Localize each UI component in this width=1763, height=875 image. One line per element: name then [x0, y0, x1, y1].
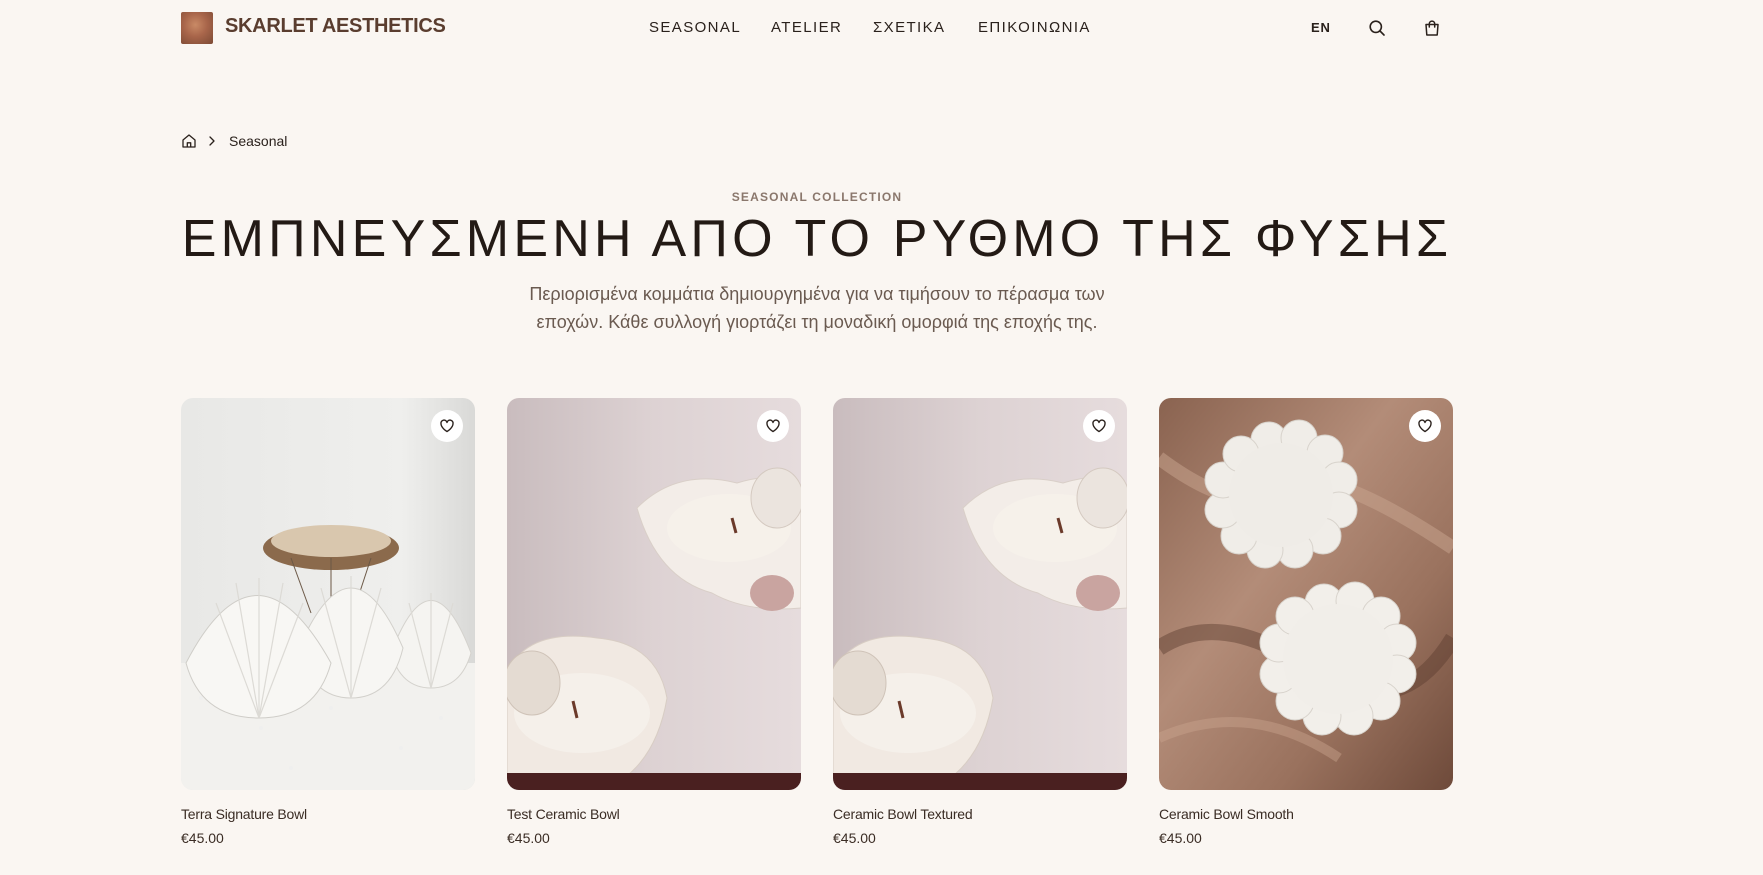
product-card[interactable]: Terra Signature Bowl €45.00 [181, 398, 475, 846]
section-eyebrow: SEASONAL COLLECTION [731, 190, 903, 204]
product-image[interactable] [507, 398, 801, 790]
breadcrumb-current: Seasonal [229, 133, 288, 149]
favorite-button[interactable] [1409, 410, 1441, 442]
subtitle-line-1: Περιορισμένα κομμάτια δημιουργημένα για … [529, 284, 1105, 304]
nav-item-atelier[interactable]: ATELIER [771, 19, 842, 36]
favorite-button[interactable] [431, 410, 463, 442]
heart-icon [440, 419, 454, 433]
search-icon[interactable] [1368, 19, 1386, 37]
product-image[interactable] [181, 398, 475, 790]
product-price: €45.00 [181, 830, 224, 846]
product-price: €45.00 [507, 830, 550, 846]
favorite-button[interactable] [1083, 410, 1115, 442]
product-name[interactable]: Ceramic Bowl Textured [833, 806, 1127, 822]
favorite-button[interactable] [757, 410, 789, 442]
nav-item-seasonal[interactable]: SEASONAL [649, 19, 741, 36]
home-icon[interactable] [181, 133, 197, 149]
product-price: €45.00 [1159, 830, 1202, 846]
nav-item-about[interactable]: ΣΧΕΤΙΚΑ [873, 19, 945, 36]
subtitle-line-2: εποχών. Κάθε συλλογή γιορτάζει τη μοναδι… [536, 312, 1098, 332]
shopping-bag-icon[interactable] [1423, 19, 1441, 37]
heart-icon [1092, 419, 1106, 433]
product-card[interactable]: Test Ceramic Bowl €45.00 [507, 398, 801, 846]
product-image[interactable] [1159, 398, 1453, 790]
product-name[interactable]: Ceramic Bowl Smooth [1159, 806, 1453, 822]
language-switcher[interactable]: EN [1311, 20, 1331, 35]
nav-item-contact[interactable]: ΕΠΙΚΟΙΝΩΝΙΑ [978, 19, 1091, 36]
chevron-right-icon [205, 134, 219, 148]
main-nav: SEASONAL ATELIER ΣΧΕΤΙΚΑ ΕΠΙΚΟΙΝΩΝΙΑ [0, 19, 1763, 39]
page-title: ΕΜΠΝΕΥΣΜΕΝΗ ΑΠΟ ΤΟ ΡΥΘΜΟ ΤΗΣ ΦΥΣΗΣ [181, 210, 1453, 268]
product-card[interactable]: Ceramic Bowl Smooth €45.00 [1159, 398, 1453, 846]
product-card[interactable]: Ceramic Bowl Textured €45.00 [833, 398, 1127, 846]
product-name[interactable]: Test Ceramic Bowl [507, 806, 801, 822]
page-subtitle: Περιορισμένα κομμάτια δημιουργημένα για … [500, 280, 1134, 336]
product-price: €45.00 [833, 830, 876, 846]
product-name[interactable]: Terra Signature Bowl [181, 806, 475, 822]
product-image[interactable] [833, 398, 1127, 790]
site-header: SKARLET AESTHETICS SEASONAL ATELIER ΣΧΕΤ… [0, 0, 1763, 56]
heart-icon [766, 419, 780, 433]
heart-icon [1418, 419, 1432, 433]
